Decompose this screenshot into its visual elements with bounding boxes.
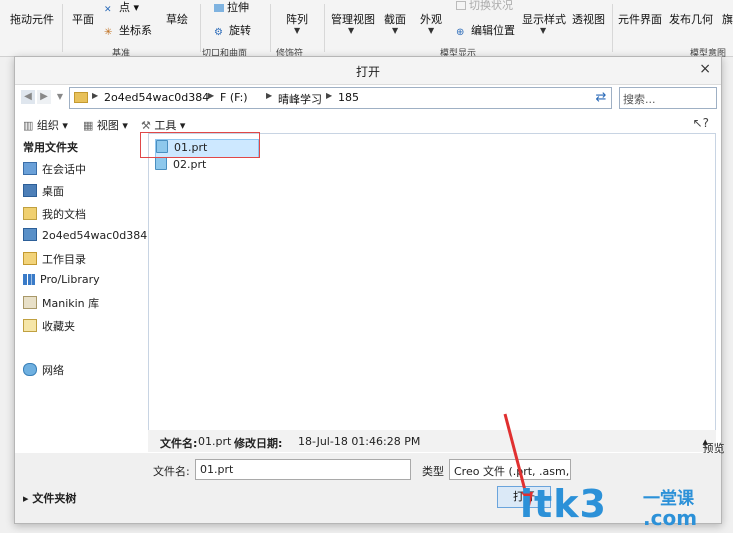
watermark-logo: itk3 bbox=[520, 482, 607, 526]
watermark-line2: .com bbox=[643, 506, 698, 530]
annotation-arrow bbox=[503, 413, 533, 506]
